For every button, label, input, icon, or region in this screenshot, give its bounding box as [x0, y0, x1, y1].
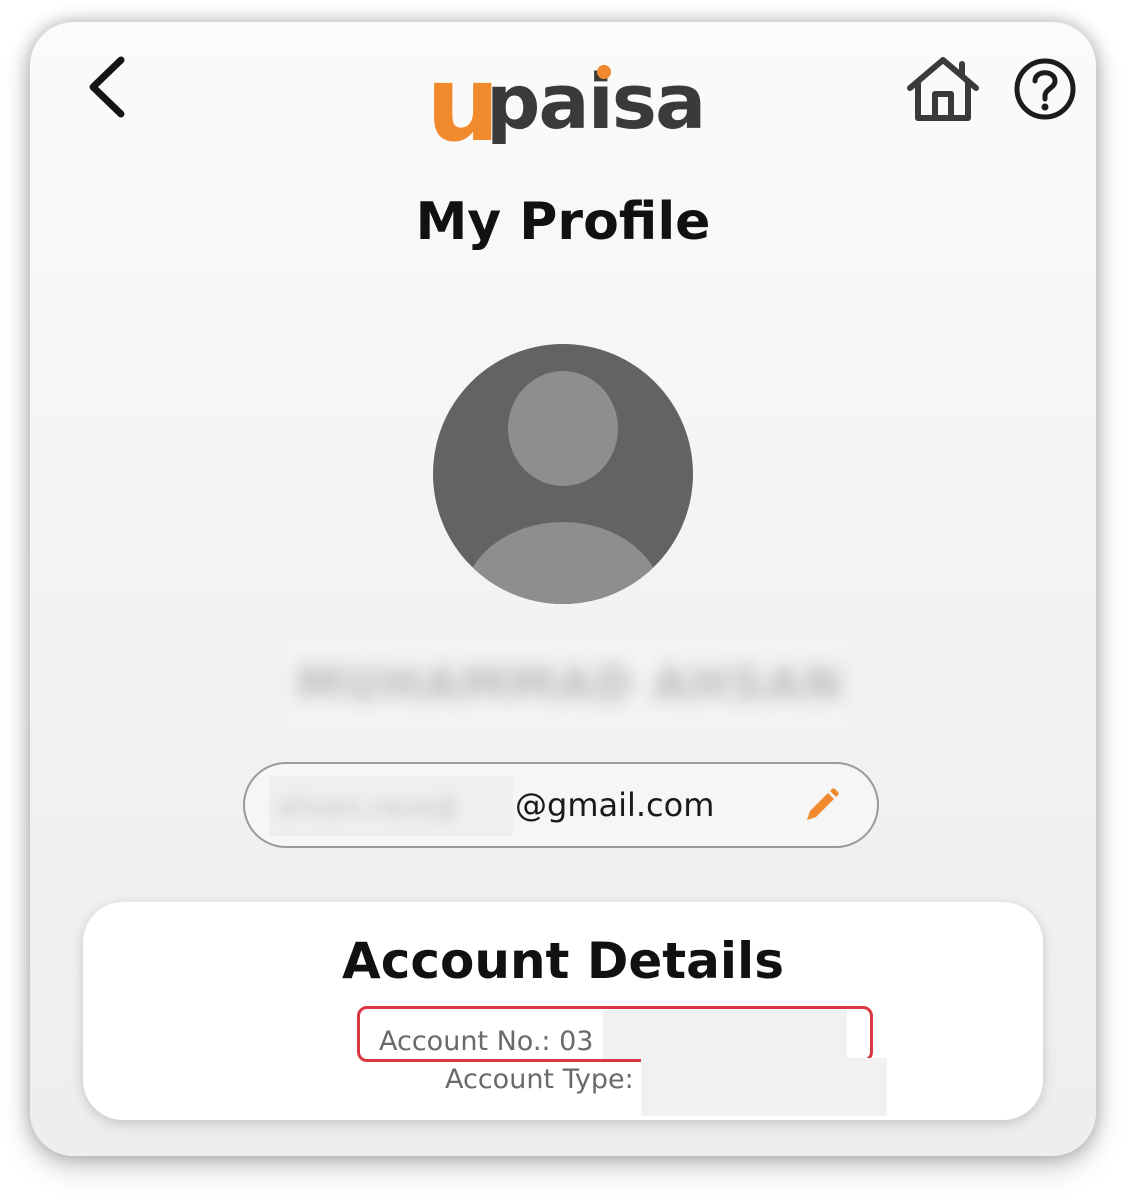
profile-name: MUHAMMAD AHSAN [296, 657, 844, 711]
chevron-left-icon [89, 56, 125, 118]
edit-email-button[interactable] [801, 786, 841, 826]
question-circle-icon [1014, 58, 1076, 120]
upaisa-logo: u paisa [426, 42, 706, 156]
profile-name-redacted: MUHAMMAD AHSAN [286, 637, 846, 727]
email-domain: @gmail.com [515, 786, 715, 824]
account-details-card: Account Details Account No.: 03 Account … [83, 902, 1043, 1120]
home-icon [907, 57, 979, 121]
account-number-highlight [357, 1006, 873, 1062]
account-type-label: Account Type: [445, 1064, 634, 1095]
avatar-body [463, 522, 663, 604]
email-local-part-redacted: ahsan.raza@ [269, 776, 513, 836]
profile-screen: u paisa My Profile MUHAMMAD AHSAN ahsan.… [30, 22, 1096, 1156]
logo-dot [597, 65, 611, 79]
avatar-head [508, 371, 618, 486]
account-details-title: Account Details [342, 932, 784, 990]
page-title: My Profile [415, 192, 711, 252]
help-button[interactable] [1012, 56, 1078, 122]
email-field[interactable]: ahsan.raza@ @gmail.com [243, 762, 879, 848]
pencil-icon [807, 788, 839, 820]
home-button[interactable] [904, 54, 982, 124]
default-avatar-icon[interactable] [433, 344, 693, 604]
email-local-part: ahsan.raza@ [277, 790, 459, 823]
back-button[interactable] [76, 52, 136, 122]
account-type-redacted [641, 1058, 887, 1116]
logo-paisa: paisa [486, 57, 706, 146]
